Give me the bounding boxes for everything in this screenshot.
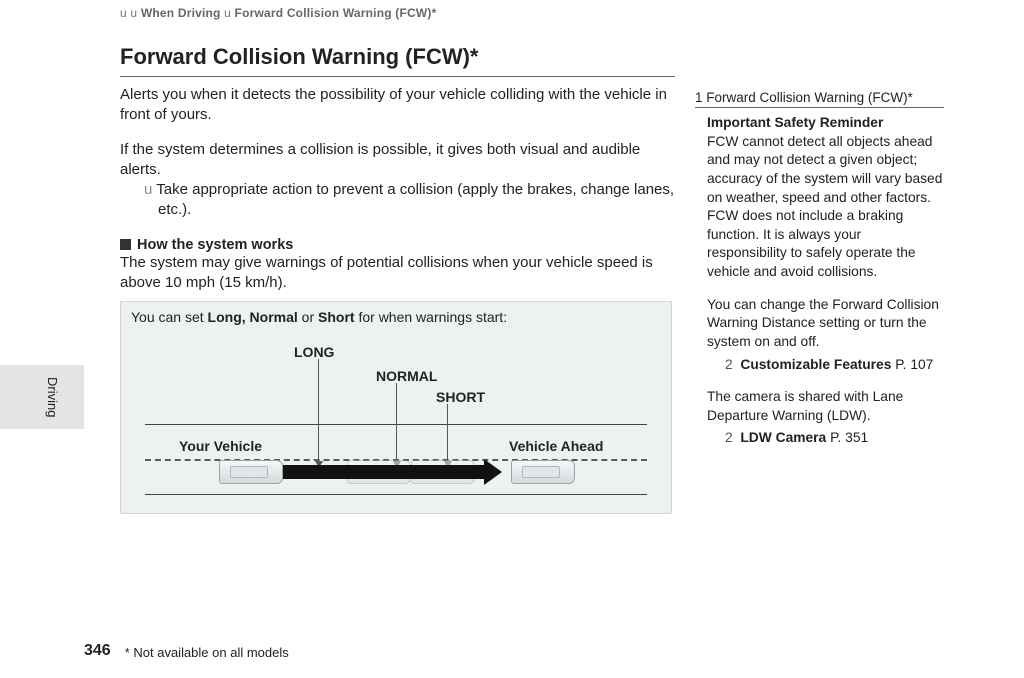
label-long: LONG [294,344,334,360]
breadcrumb-l2: Forward Collision Warning (FCW)* [235,6,437,20]
action-text: u Take appropriate action to prevent a c… [144,180,675,221]
subheading-square-icon [120,239,131,250]
section-tab: Driving [0,365,84,429]
footnote: * Not available on all models [125,645,289,660]
subheading-label: How the system works [137,237,293,253]
side-reminder-title: Important Safety Reminder [707,115,883,130]
diagram-cap-short: Short [318,309,355,325]
page-title: Forward Collision Warning (FCW)* [120,44,675,77]
label-your-vehicle: Your Vehicle [179,438,262,454]
breadcrumb-symbol: u [120,6,127,20]
xref2-icon: 2 [725,430,733,445]
side-p1: Important Safety Reminder FCW cannot det… [707,114,944,282]
pointer-short [447,404,448,462]
label-normal: NORMAL [376,368,437,384]
breadcrumb: u u When Driving u Forward Collision War… [120,0,944,20]
side-reminder-body: FCW cannot detect all objects ahead and … [707,134,942,279]
subheading-desc: The system may give warnings of potentia… [120,253,675,294]
pointer-long [318,359,319,462]
diagram-caption: You can set Long, Normal or Short for wh… [121,302,671,325]
condition-text: If the system determines a collision is … [120,140,675,181]
side-xref2: 2 LDW Camera P. 351 [725,429,944,448]
section-tab-label: Driving [45,377,60,417]
diagram-cap-opts: Long, Normal [208,309,298,325]
xref2-page: P. 351 [830,430,868,445]
xref2-label: LDW Camera [740,430,826,445]
fcw-diagram: You can set Long, Normal or Short for wh… [120,301,672,514]
side-index-icon: 1 [695,90,703,102]
road-edge-bottom [145,494,647,495]
footer: 346 * Not available on all models [84,642,289,660]
diagram-cap-post: for when warnings start: [355,309,508,325]
diagram-cap-pre: You can set [131,309,208,325]
pointer-normal [396,383,397,462]
xref1-page: P. 107 [895,357,933,372]
intro-text: Alerts you when it detects the possibili… [120,85,675,126]
side-heading: 1 Forward Collision Warning (FCW)* [695,90,944,108]
breadcrumb-sep: u [224,6,231,20]
action-body: Take appropriate action to prevent a col… [156,181,674,218]
xref1-icon: 2 [725,357,733,372]
page-number: 346 [84,642,111,660]
label-short: SHORT [436,389,485,405]
breadcrumb-l1: When Driving [141,6,221,20]
car-ahead-icon [511,460,575,484]
xref1-label: Customizable Features [740,357,891,372]
subheading: How the system works [120,237,675,253]
diagram-cap-or: or [298,309,318,325]
breadcrumb-symbol2: u [130,6,137,20]
label-vehicle-ahead: Vehicle Ahead [509,438,603,454]
motion-arrow-icon [282,465,486,479]
side-title: Forward Collision Warning (FCW)* [706,90,913,105]
action-bullet-icon: u [144,181,152,198]
car-your-icon [219,460,283,484]
side-p3: You can change the Forward Collision War… [707,296,944,352]
side-p4: The camera is shared with Lane Departure… [707,388,944,425]
side-xref1: 2 Customizable Features P. 107 [725,356,944,375]
